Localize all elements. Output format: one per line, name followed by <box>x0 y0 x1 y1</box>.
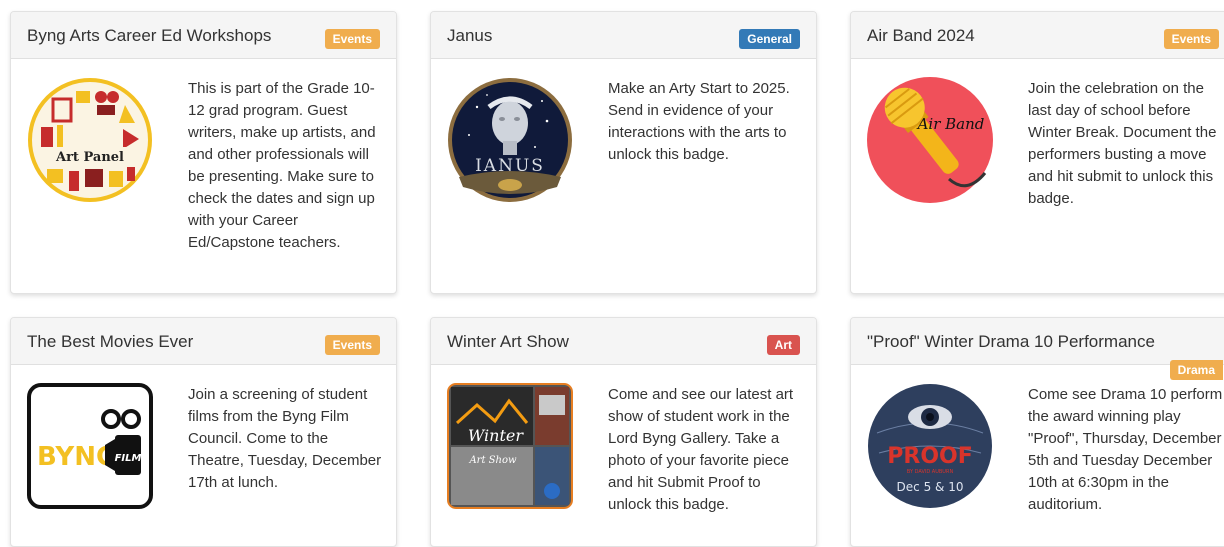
category-badge: Drama <box>1169 360 1223 380</box>
card-title: "Proof" Winter Drama 10 Performance <box>867 332 1155 351</box>
card-header: Janus General <box>431 12 816 59</box>
card-title: Winter Art Show <box>447 332 569 351</box>
air-band-microphone-image[interactable]: Air Band <box>867 77 993 203</box>
category-badge: Events <box>324 335 380 355</box>
proof-poster-image[interactable]: PROOF BY DAVID AUBURN Dec 5 & 10 <box>867 383 993 509</box>
badge-card-proof-drama[interactable]: "Proof" Winter Drama 10 Performance Dram… <box>850 317 1224 547</box>
badge-card-best-movies[interactable]: The Best Movies Ever Events BYNG FILM Jo… <box>10 317 397 547</box>
art-show-label: Art Show <box>468 455 517 466</box>
janus-statue-image[interactable]: IANUS <box>447 77 573 203</box>
category-badge: General <box>739 29 800 49</box>
card-description: Join a screening of student films from t… <box>188 386 382 491</box>
category-badge: Art <box>766 335 800 355</box>
badge-card-winter-art-show[interactable]: Winter Art Show Art Winter Art Show Come… <box>430 317 817 547</box>
badge-card-air-band[interactable]: Air Band 2024 Events Air Band Join the c… <box>850 11 1224 294</box>
card-title: Janus <box>447 26 493 45</box>
art-panel-image[interactable]: Art Panel <box>27 77 153 203</box>
card-title: Air Band 2024 <box>867 26 975 45</box>
badge-card-career-ed[interactable]: Byng Arts Career Ed Workshops Events Art… <box>10 11 397 294</box>
card-description: Come and see our latest art show of stud… <box>608 386 794 513</box>
card-description: Come see Drama 10 perform the award winn… <box>1028 386 1223 513</box>
card-header: "Proof" Winter Drama 10 Performance Dram… <box>851 318 1224 380</box>
film-logo-label: FILM <box>115 453 142 464</box>
art-panel-label: Art Panel <box>55 150 124 165</box>
card-header: The Best Movies Ever Events <box>11 318 396 365</box>
badge-card-janus[interactable]: Janus General IANUS Make an Arty Start t… <box>430 11 817 294</box>
proof-title-label: PROOF <box>887 444 973 469</box>
proof-author-label: BY DAVID AUBURN <box>907 469 954 475</box>
proof-dates-label: Dec 5 & 10 <box>897 480 964 494</box>
air-band-label: Air Band <box>916 115 985 133</box>
card-description: Join the celebration on the last day of … <box>1028 80 1217 207</box>
card-title: Byng Arts Career Ed Workshops <box>27 26 272 45</box>
card-title: The Best Movies Ever <box>27 332 194 351</box>
winter-art-show-image[interactable]: Winter Art Show <box>447 383 573 509</box>
card-header: Air Band 2024 Events <box>851 12 1224 59</box>
winter-label: Winter <box>468 426 524 445</box>
byng-film-logo-image[interactable]: BYNG FILM <box>27 383 153 509</box>
category-badge: Events <box>1163 29 1219 49</box>
card-header: Byng Arts Career Ed Workshops Events <box>11 12 396 59</box>
card-header: Winter Art Show Art <box>431 318 816 365</box>
card-description: Make an Arty Start to 2025. Send in evid… <box>608 80 790 163</box>
category-badge: Events <box>324 29 380 49</box>
card-description: This is part of the Grade 10-12 grad pro… <box>188 80 376 251</box>
